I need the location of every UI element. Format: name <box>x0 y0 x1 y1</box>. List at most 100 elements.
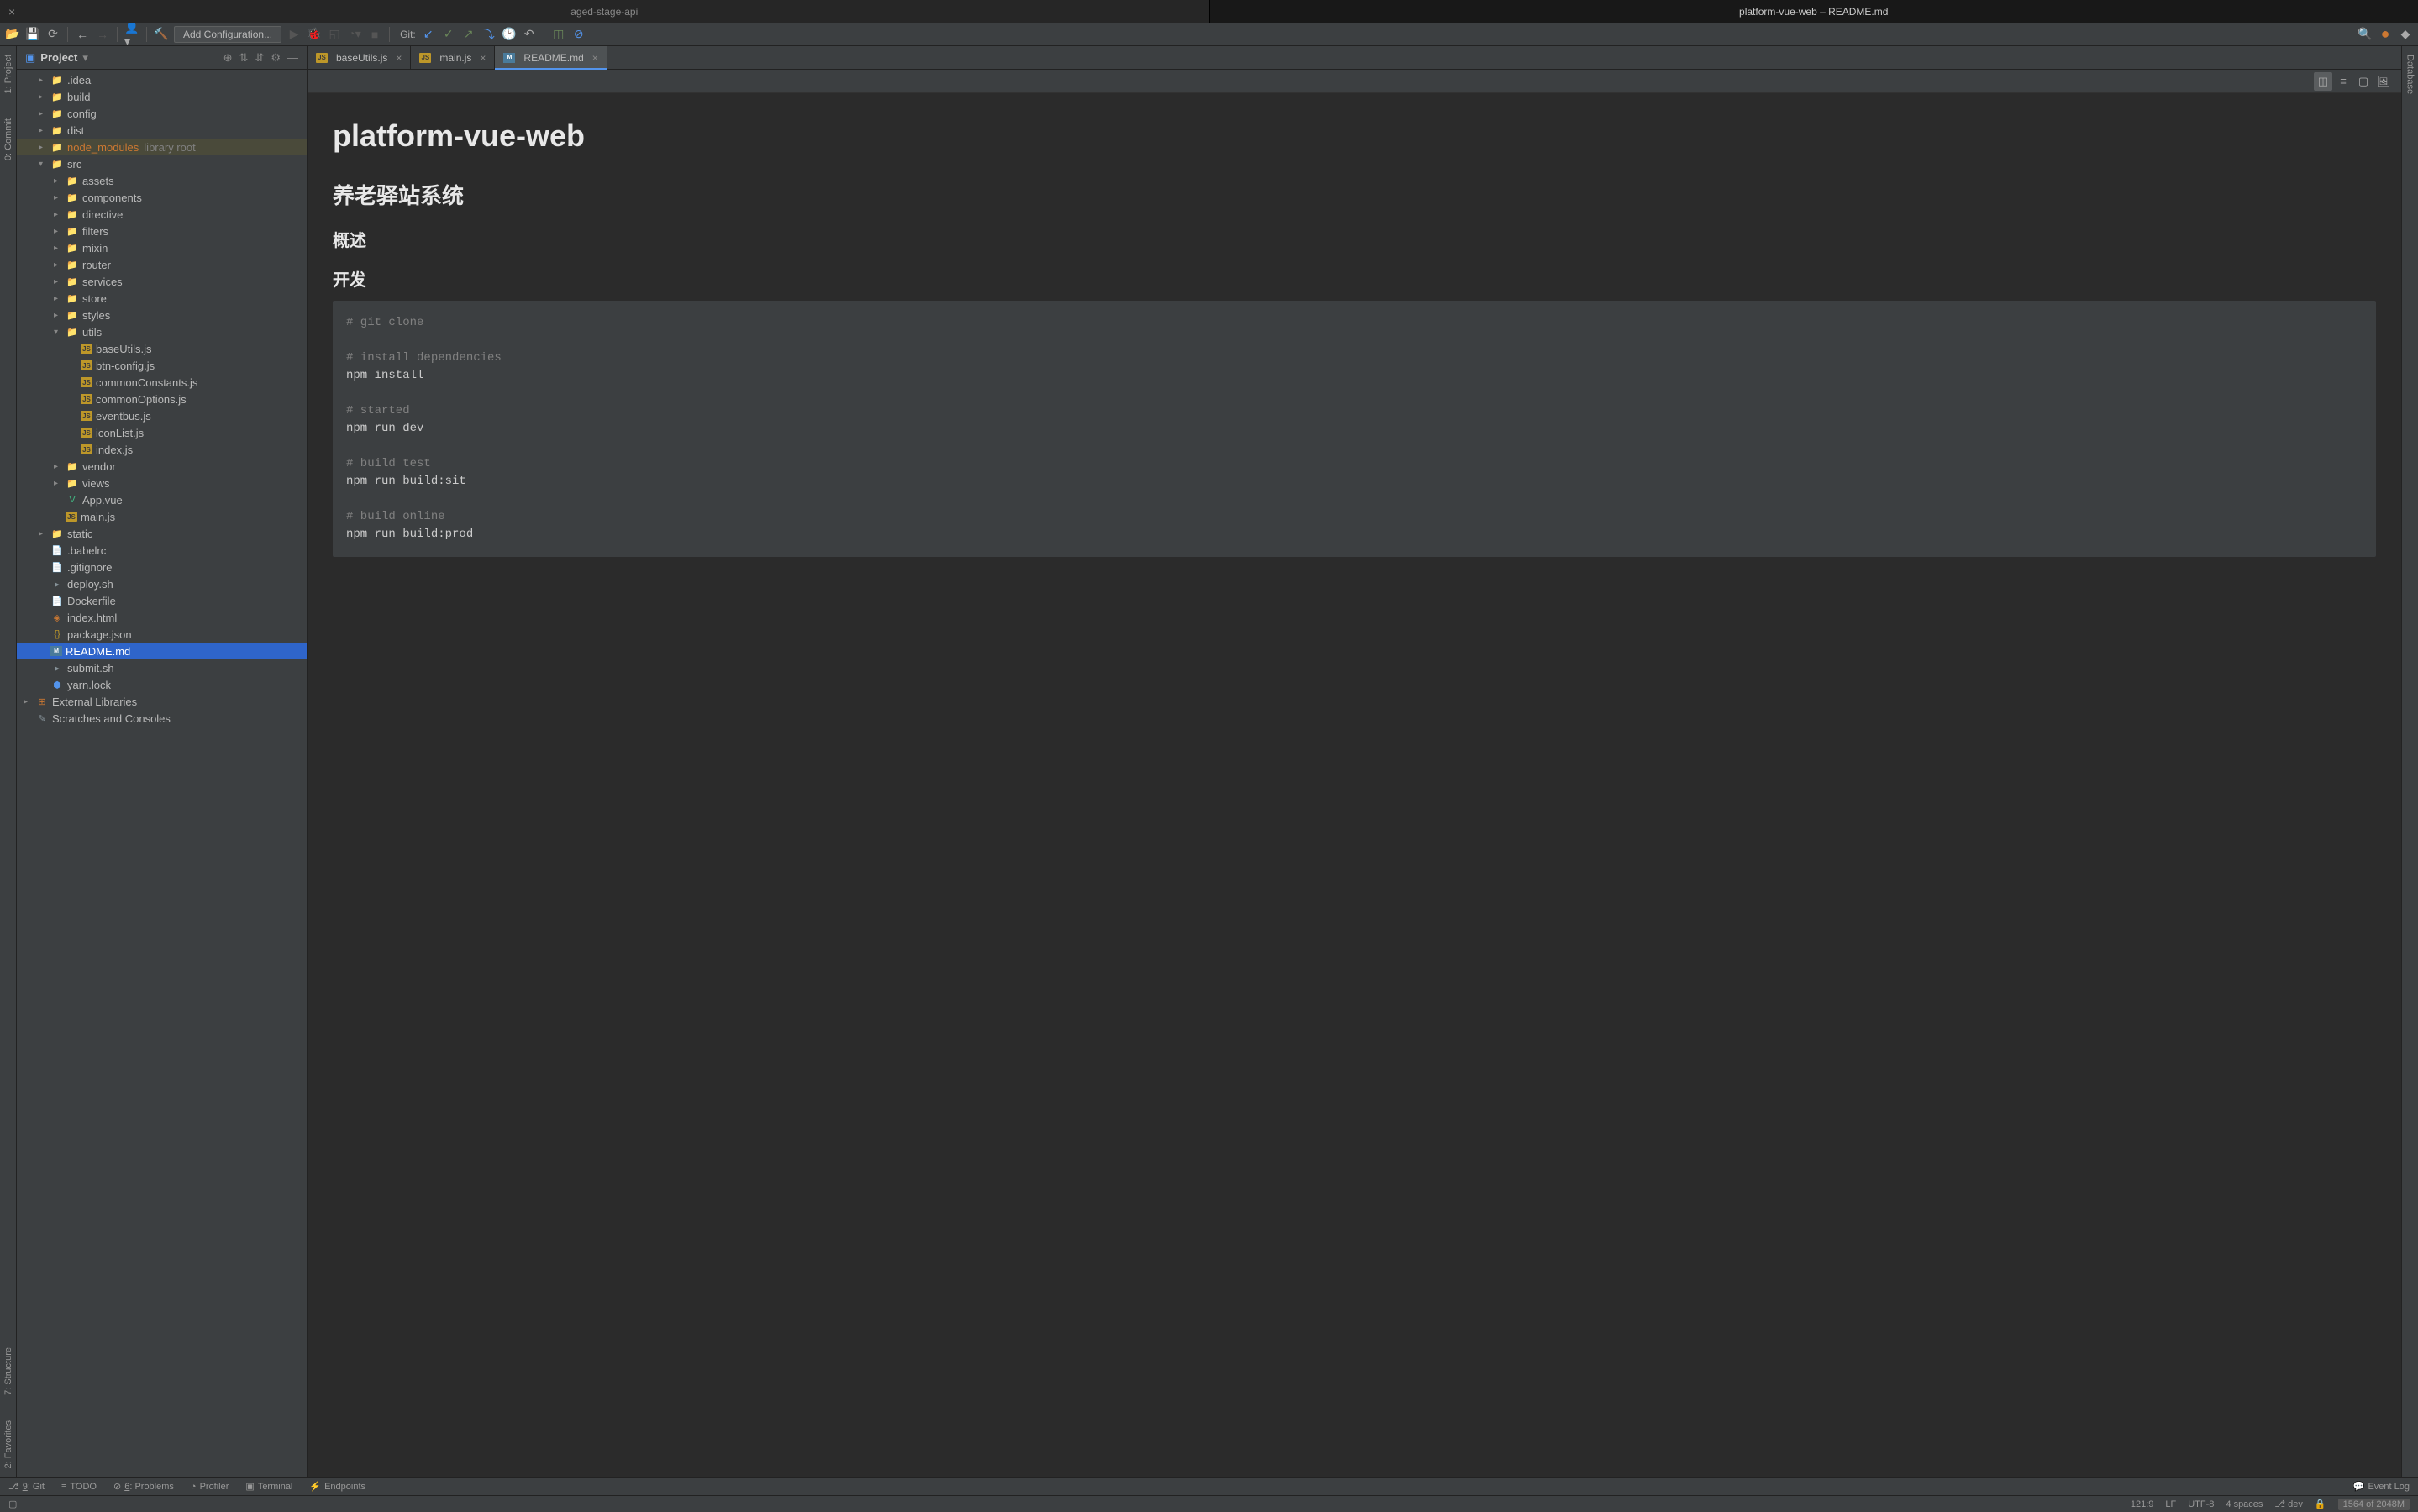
problems-tool-button[interactable]: ⊘ 6: Problems <box>113 1481 174 1492</box>
back-icon[interactable]: ← <box>75 27 90 42</box>
tree-item[interactable]: ▸📁filters <box>17 223 307 239</box>
dropdown-icon[interactable]: ▾ <box>82 51 88 65</box>
tree-item[interactable]: JSmain.js <box>17 508 307 525</box>
hide-icon[interactable]: — <box>287 51 298 65</box>
editor-tab[interactable]: JSmain.js× <box>411 46 495 69</box>
database-tool-label[interactable]: Database <box>2405 55 2415 94</box>
code-with-me-icon[interactable]: ◫ <box>551 27 566 42</box>
close-icon[interactable]: × <box>480 52 486 64</box>
tree-item[interactable]: ▸📁dist <box>17 122 307 139</box>
tree-item[interactable]: ▸📁node_moduleslibrary root <box>17 139 307 155</box>
preview-only-icon[interactable]: ▢ <box>2354 72 2373 91</box>
tree-item[interactable]: JScommonOptions.js <box>17 391 307 407</box>
tree-item[interactable]: ▸📁static <box>17 525 307 542</box>
search-everywhere-icon[interactable]: 🔍 <box>2358 27 2373 42</box>
cursor-position[interactable]: 121:9 <box>2131 1499 2154 1509</box>
app-tab-left[interactable]: × aged-stage-api <box>0 0 1210 23</box>
line-separator[interactable]: LF <box>2165 1499 2176 1509</box>
tree-item[interactable]: ▸⊞External Libraries <box>17 693 307 710</box>
tree-item[interactable]: JSbaseUtils.js <box>17 340 307 357</box>
tool-window-icon[interactable]: ▢ <box>8 1499 17 1509</box>
updates-icon[interactable]: ● <box>2378 27 2393 42</box>
tree-item[interactable]: ▸submit.sh <box>17 659 307 676</box>
image-icon[interactable]: 🖼 <box>2374 72 2393 91</box>
tree-item[interactable]: ▸📁services <box>17 273 307 290</box>
structure-tool-label[interactable]: 7: Structure <box>3 1347 13 1395</box>
tree-item[interactable]: ⬢yarn.lock <box>17 676 307 693</box>
tree-item[interactable]: MREADME.md <box>17 643 307 659</box>
run-config-dropdown[interactable]: Add Configuration... <box>174 26 281 43</box>
git-compare-icon[interactable]: ⤵ <box>481 27 497 42</box>
lock-icon[interactable]: 🔒 <box>2315 1499 2326 1509</box>
tree-item[interactable]: ▸📁mixin <box>17 239 307 256</box>
tree-item[interactable]: ▸📁store <box>17 290 307 307</box>
tree-item[interactable]: ✎Scratches and Consoles <box>17 710 307 727</box>
event-log-button[interactable]: 💬 Event Log <box>2353 1481 2410 1492</box>
tree-item[interactable]: ▸📁styles <box>17 307 307 323</box>
build-icon[interactable]: 🔨 <box>154 27 169 42</box>
tree-item[interactable]: JSindex.js <box>17 441 307 458</box>
block-icon[interactable]: ⊘ <box>571 27 586 42</box>
open-icon[interactable]: 📂 <box>5 27 20 42</box>
debug-icon[interactable]: 🐞 <box>307 27 322 42</box>
favorites-tool-label[interactable]: 2: Favorites <box>3 1420 13 1468</box>
history-icon[interactable]: 🕑 <box>502 27 517 42</box>
close-icon[interactable]: × <box>592 52 598 64</box>
encoding[interactable]: UTF-8 <box>2188 1499 2214 1509</box>
terminal-tool-button[interactable]: ▣ Terminal <box>245 1481 292 1492</box>
select-opened-icon[interactable]: ⊕ <box>223 51 233 65</box>
project-tool-label[interactable]: 1: Project <box>3 55 13 93</box>
run-icon[interactable]: ▶ <box>286 27 302 42</box>
git-update-icon[interactable]: ↙ <box>421 27 436 42</box>
collapse-all-icon[interactable]: ⇵ <box>255 51 264 65</box>
git-commit-icon[interactable]: ✓ <box>441 27 456 42</box>
git-branch[interactable]: ⎇ dev <box>2274 1499 2302 1509</box>
git-tool-button[interactable]: ⎇ 9: Git <box>8 1481 45 1492</box>
tree-item[interactable]: ▸📁build <box>17 88 307 105</box>
editor-only-icon[interactable]: ≡ <box>2334 72 2352 91</box>
reload-icon[interactable]: ⟳ <box>45 27 60 42</box>
editor-preview-split-icon[interactable]: ◫ <box>2314 72 2332 91</box>
tree-item[interactable]: ▾📁utils <box>17 323 307 340</box>
git-push-icon[interactable]: ↗ <box>461 27 476 42</box>
tree-item[interactable]: JSiconList.js <box>17 424 307 441</box>
tree-item[interactable]: JScommonConstants.js <box>17 374 307 391</box>
tree-item[interactable]: JSeventbus.js <box>17 407 307 424</box>
project-title[interactable]: Project <box>40 51 77 64</box>
todo-tool-button[interactable]: ≡ TODO <box>61 1482 97 1492</box>
tree-item[interactable]: 📄.gitignore <box>17 559 307 575</box>
settings-icon[interactable]: ⚙ <box>271 51 281 65</box>
tree-item[interactable]: ▸📁.idea <box>17 71 307 88</box>
tree-item[interactable]: JSbtn-config.js <box>17 357 307 374</box>
tree-item[interactable]: ▸📁assets <box>17 172 307 189</box>
tree-item[interactable]: ▾📁src <box>17 155 307 172</box>
tree-item[interactable]: ▸deploy.sh <box>17 575 307 592</box>
stop-icon[interactable]: ■ <box>367 27 382 42</box>
indent[interactable]: 4 spaces <box>2226 1499 2263 1509</box>
save-icon[interactable]: 💾 <box>25 27 40 42</box>
tree-item[interactable]: ▸📁vendor <box>17 458 307 475</box>
tree-item[interactable]: 📄Dockerfile <box>17 592 307 609</box>
project-tree[interactable]: ▸📁.idea▸📁build▸📁config▸📁dist▸📁node_modul… <box>17 70 307 1477</box>
profile-icon[interactable]: ◔▾ <box>347 27 362 42</box>
forward-icon[interactable]: → <box>95 27 110 42</box>
tree-item[interactable]: ▸📁views <box>17 475 307 491</box>
tree-item[interactable]: ▸📁directive <box>17 206 307 223</box>
user-icon[interactable]: 👤▾ <box>124 27 139 42</box>
tree-item[interactable]: ▸📁components <box>17 189 307 206</box>
editor-tab[interactable]: MREADME.md× <box>495 46 607 69</box>
memory-indicator[interactable]: 1564 of 2048M <box>2338 1499 2410 1510</box>
tree-item[interactable]: 📄.babelrc <box>17 542 307 559</box>
tree-item[interactable]: {}package.json <box>17 626 307 643</box>
editor-tab[interactable]: JSbaseUtils.js× <box>308 46 411 69</box>
coverage-icon[interactable]: ◱ <box>327 27 342 42</box>
rollback-icon[interactable]: ↶ <box>522 27 537 42</box>
tree-item[interactable]: ◈index.html <box>17 609 307 626</box>
endpoints-tool-button[interactable]: ⚡ Endpoints <box>309 1481 365 1492</box>
profiler-tool-button[interactable]: ◔ Profiler <box>191 1482 229 1492</box>
tree-item[interactable]: ▸📁router <box>17 256 307 273</box>
commit-tool-label[interactable]: 0: Commit <box>3 118 13 160</box>
tree-item[interactable]: VApp.vue <box>17 491 307 508</box>
project-view-icon[interactable]: ▣ <box>25 51 35 65</box>
close-icon[interactable]: × <box>8 5 15 18</box>
